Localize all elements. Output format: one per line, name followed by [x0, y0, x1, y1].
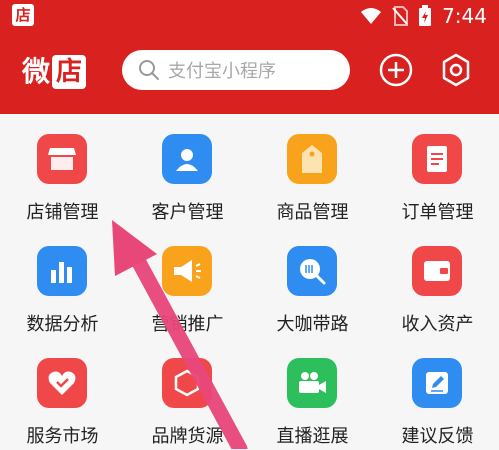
- edit-icon: [412, 358, 462, 408]
- grid-item-feedback[interactable]: 建议反馈: [375, 338, 499, 450]
- grid-item-income-assets[interactable]: 收入资产: [375, 226, 499, 338]
- logo-text-wei: 微: [22, 55, 51, 88]
- grid-item-label: 客户管理: [151, 202, 224, 223]
- grid-item-live-expo[interactable]: 直播逛展: [250, 338, 375, 450]
- video-camera-icon: [287, 358, 337, 408]
- app-notification-icon: 店: [12, 4, 34, 26]
- grid-item-service-market[interactable]: 服务市场: [0, 338, 125, 450]
- grid-item-label: 建议反馈: [401, 426, 474, 447]
- status-bar: 店 7:44: [0, 0, 499, 32]
- badge-icon: [162, 358, 212, 408]
- search-placeholder: 支付宝小程序: [168, 61, 276, 82]
- grid-item-label: 店铺管理: [26, 202, 99, 223]
- tag-icon: [287, 134, 337, 184]
- grid-item-data-analysis[interactable]: 数据分析: [0, 226, 125, 338]
- grid-item-label: 直播逛展: [276, 426, 349, 447]
- logo-text-dian: 店: [52, 55, 87, 89]
- grid-item-label: 订单管理: [401, 202, 474, 223]
- grid-item-label: 大咖带路: [276, 314, 349, 335]
- document-icon: [412, 134, 462, 184]
- gear-icon[interactable]: [438, 52, 474, 88]
- grid-item-expert-guide[interactable]: 大咖带路: [250, 226, 375, 338]
- store-icon: [37, 134, 87, 184]
- grid-item-label: 数据分析: [26, 314, 99, 335]
- clock: 7:44: [442, 4, 487, 28]
- grid-item-brand-supply[interactable]: 品牌货源: [125, 338, 250, 450]
- status-icons: 7:44: [360, 0, 487, 32]
- grid-item-order-management[interactable]: 订单管理: [375, 114, 499, 226]
- plus-circle-icon[interactable]: [378, 52, 414, 88]
- no-sim-icon: [392, 6, 409, 26]
- megaphone-icon: [162, 246, 212, 296]
- search-icon: [287, 246, 337, 296]
- battery-icon: [419, 5, 432, 26]
- weidian-logo: 微 店: [22, 52, 87, 92]
- grid-item-store-management[interactable]: 店铺管理: [0, 114, 125, 226]
- grid-item-label: 服务市场: [26, 426, 99, 447]
- bar-chart-icon: [37, 246, 87, 296]
- search-bar[interactable]: 支付宝小程序: [122, 50, 350, 90]
- grid-item-label: 商品管理: [276, 202, 349, 223]
- grid-item-label: 收入资产: [401, 314, 474, 335]
- grid-item-marketing[interactable]: 营销推广: [125, 226, 250, 338]
- grid-item-label: 营销推广: [151, 314, 224, 335]
- grid-item-product-management[interactable]: 商品管理: [250, 114, 375, 226]
- wallet-icon: [412, 246, 462, 296]
- grid-item-customer-management[interactable]: 客户管理: [125, 114, 250, 226]
- wifi-icon: [361, 8, 382, 24]
- search-icon: [139, 60, 159, 80]
- app-header: 微 店 支付宝小程序: [0, 32, 499, 114]
- grid-item-label: 品牌货源: [151, 426, 224, 447]
- feature-grid: 店铺管理 客户管理 商品管理 订单管理 数据分析 营销推广 大咖带路 收入资产 …: [0, 114, 499, 449]
- person-icon: [162, 134, 212, 184]
- heart-icon: [37, 358, 87, 408]
